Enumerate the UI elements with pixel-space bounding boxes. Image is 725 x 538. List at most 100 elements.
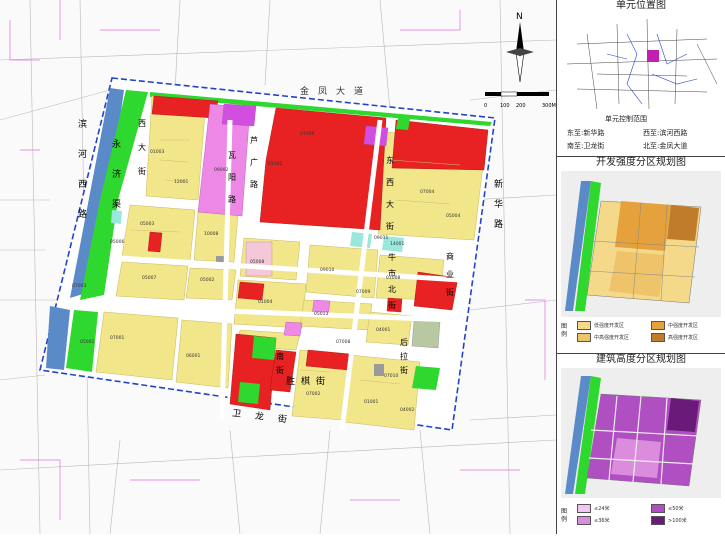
unit-scope-caption: 单元控制范围 — [605, 115, 647, 123]
scale-label: 0 — [484, 103, 488, 109]
road-label-west-mid: 西大街 — [138, 112, 148, 184]
parcel-code: 07009 — [356, 290, 371, 295]
road-label-canal: 永济渠 — [112, 130, 122, 220]
legend-item: ≤50米 — [651, 504, 684, 513]
parcel-code: 07008 — [336, 340, 351, 345]
legend-label: 低强度开发区 — [594, 323, 625, 329]
parcel-code: 07001 — [110, 336, 125, 341]
road-label-west: 滨河西路 — [78, 110, 88, 230]
legend-swatch — [651, 333, 665, 342]
parcel-code: 01003 — [150, 150, 165, 155]
height-map-svg — [561, 368, 721, 498]
land-use-map-svg — [0, 0, 557, 535]
road-char: 阳 — [228, 173, 236, 182]
road-char: 河 — [78, 150, 88, 160]
scale-label: 200 — [516, 103, 526, 109]
legend-label: ≤50米 — [668, 506, 684, 512]
parcel-code: 04001 — [376, 328, 391, 333]
parcel-code: 05013 — [314, 312, 329, 317]
legend-item: 中高强度开发区 — [577, 333, 629, 342]
road-char: 广 — [250, 158, 258, 167]
road-label-mid-street2: 后拉街 — [400, 336, 410, 378]
legend-label: 中高强度开发区 — [594, 335, 630, 341]
road-char: 路 — [78, 210, 88, 220]
parcel-code: 09002 — [214, 168, 229, 173]
road-char: 街 — [446, 288, 454, 297]
road-label-small-street: 南街 — [276, 350, 286, 378]
parcel-code: 09011 — [374, 236, 389, 241]
road-label-mid-street: 牛市北街 — [388, 250, 398, 314]
parcel-code: 05007 — [142, 276, 157, 281]
road-char: 街 — [138, 167, 146, 176]
parcel-code: 05004 — [446, 214, 461, 219]
road-char: 路 — [494, 220, 504, 230]
road-char: 瓦 — [228, 151, 236, 160]
parcel-code: 01004 — [258, 300, 273, 305]
road-char: 新 — [494, 180, 504, 190]
road-char: 西 — [138, 119, 146, 128]
grey-parcel-2 — [374, 364, 384, 376]
legend-swatch — [577, 504, 591, 513]
parcel-code: 07003 — [72, 284, 87, 289]
road-char: 路 — [250, 180, 258, 189]
legend-label: ≤36米 — [594, 518, 610, 524]
legend-swatch — [577, 516, 591, 525]
road-label-east-street: 商业街 — [446, 248, 456, 302]
bound-west: 西至:滨河西路 — [643, 129, 688, 137]
legend-item: ≤24米 — [577, 504, 610, 513]
svg-text:N: N — [516, 12, 523, 22]
parcel-code: 04002 — [400, 408, 415, 413]
parcel-code: 01008 — [386, 276, 401, 281]
legend-swatch — [651, 504, 665, 513]
road-char: 棋 — [301, 377, 317, 387]
road-char: 业 — [446, 270, 454, 279]
location-map-svg — [566, 18, 718, 110]
road-char: 济 — [112, 170, 122, 180]
scale-label: 300M — [542, 103, 556, 109]
parcel-code: 14001 — [390, 242, 405, 247]
legend-swatch — [577, 333, 591, 342]
legend-item: 中强度开发区 — [651, 321, 698, 330]
scale-bar: 0 100 200 300M — [484, 84, 556, 109]
road-char: 大 — [138, 143, 146, 152]
road-char: 西 — [78, 180, 88, 190]
road-char: 街 — [388, 301, 396, 310]
legend-label: 高强度开发区 — [668, 335, 699, 341]
parcel-code: 05001 — [80, 340, 95, 345]
parcel-code: 07002 — [306, 392, 321, 397]
road-char: 拉 — [400, 352, 408, 361]
parcel-code: 09010 — [320, 268, 335, 273]
road-char: 商 — [446, 252, 454, 261]
misc-light-pink-parcel — [245, 241, 273, 277]
road-char: 西 — [386, 178, 394, 187]
north-arrow-icon: N — [506, 10, 534, 88]
road-char: 华 — [494, 200, 504, 210]
legend-item: ≤36米 — [577, 516, 610, 525]
legend-swatch — [651, 516, 665, 525]
parcel-code: 01002 — [268, 162, 283, 167]
intensity-panel: 开发强度分区规划图 图例 低强度开发区 中强度开发区 中高强度开发区 高强度开发区 — [557, 157, 725, 354]
location-panel: 单元位置图 单元控制范围 东至:新华路 西至:滨河西路 南至:卫龙街 北至:金凤… — [557, 0, 725, 157]
parcel-code: 05008 — [250, 260, 265, 265]
road-char: 胜 — [286, 377, 302, 387]
legend-swatch — [651, 321, 665, 330]
parcel-code: 07010 — [384, 374, 399, 379]
road-char: 路 — [228, 195, 236, 204]
road-char: 北 — [388, 285, 396, 294]
location-title: 单元位置图 — [616, 0, 666, 11]
road-label-north-street: 芦广路 — [250, 130, 260, 196]
legend-label: ≤24米 — [594, 506, 610, 512]
parcel-code: 01001 — [364, 400, 379, 405]
olive-parcel — [411, 319, 441, 349]
parcel-code: 10008 — [204, 232, 219, 237]
legend-item: 低强度开发区 — [577, 321, 624, 330]
height-panel: 建筑高度分区规划图 图例 ≤24米 ≤50米 ≤36米 >100米 — [557, 354, 725, 534]
parcel-code: 05006 — [110, 240, 125, 245]
parcel-code: 05002 — [200, 278, 215, 283]
road-char: 南 — [276, 352, 284, 361]
intensity-map-svg — [561, 171, 721, 317]
road-char: 大 — [386, 200, 394, 209]
road-char: 渠 — [112, 200, 122, 210]
road-char: 牛 — [388, 253, 396, 262]
legend-item: 高强度开发区 — [651, 333, 698, 342]
